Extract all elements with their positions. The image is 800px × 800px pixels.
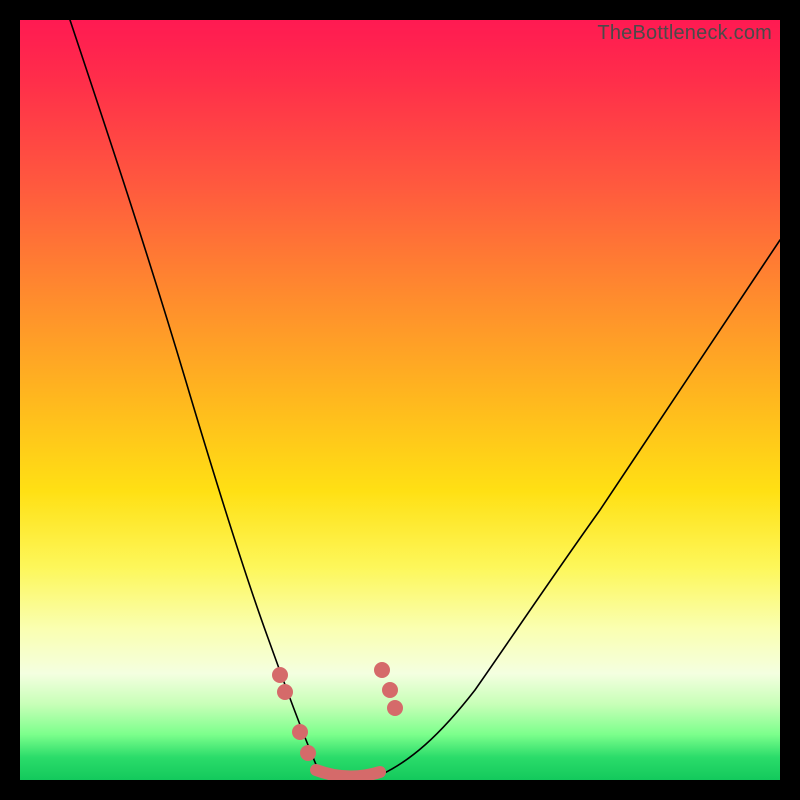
marker-dot (382, 682, 398, 698)
curve-left (70, 20, 320, 774)
chart-svg (20, 20, 780, 780)
marker-dot (292, 724, 308, 740)
chart-frame: TheBottleneck.com (20, 20, 780, 780)
marker-dot (277, 684, 293, 700)
marker-dot (272, 667, 288, 683)
marker-dot (387, 700, 403, 716)
valley-floor (316, 770, 380, 777)
curve-right (378, 240, 780, 776)
marker-dot (374, 662, 390, 678)
marker-dot (300, 745, 316, 761)
